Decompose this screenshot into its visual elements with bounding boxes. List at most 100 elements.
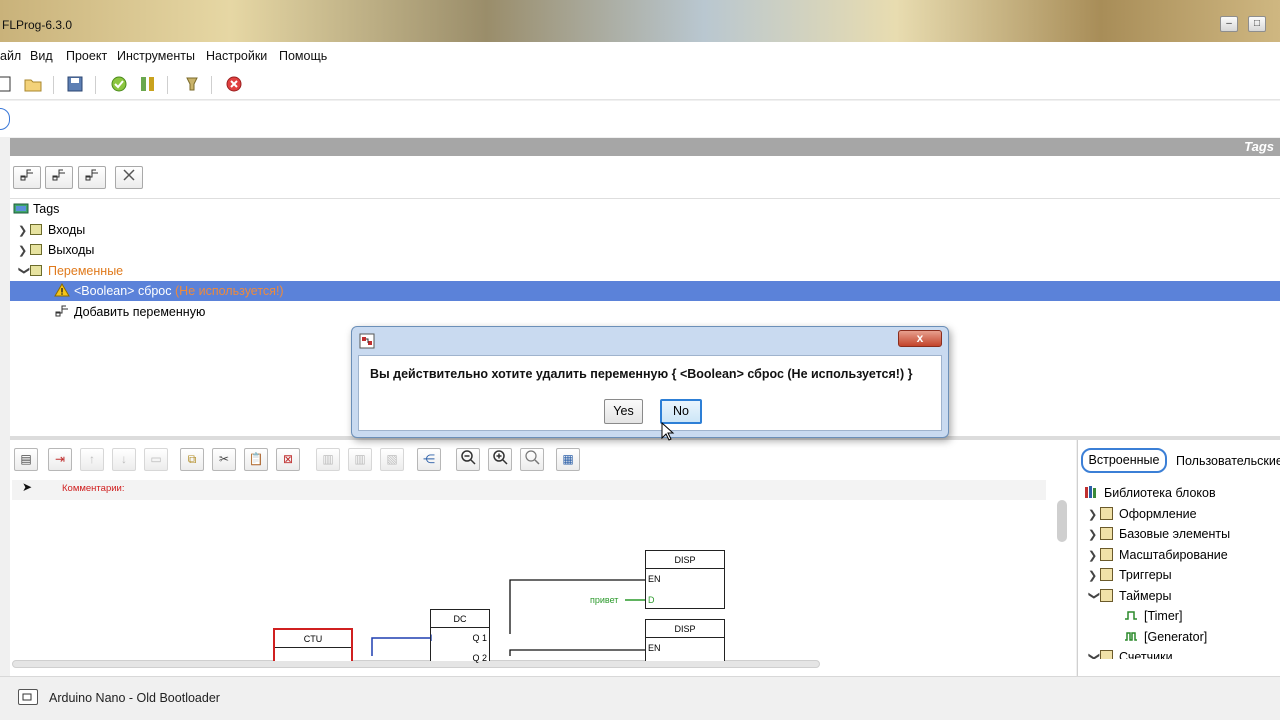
vertical-scrollbar[interactable] bbox=[1057, 500, 1067, 542]
upload-icon[interactable] bbox=[183, 75, 201, 93]
new-file-icon[interactable] bbox=[0, 75, 14, 93]
tags-header-title: Tags bbox=[1244, 139, 1274, 154]
chevron-right-icon[interactable]: ❯ bbox=[18, 221, 30, 241]
no-button[interactable]: No bbox=[660, 399, 702, 424]
library-item-design[interactable]: ❯ Оформление bbox=[1088, 504, 1197, 524]
title-bar: FLProg-6.3.0 – □ bbox=[0, 0, 1280, 42]
pin-i: I bbox=[430, 633, 433, 643]
tab-user[interactable]: Пользовательские bbox=[1176, 454, 1280, 468]
zoom-reset-button[interactable] bbox=[520, 448, 544, 471]
library-item-label: Базовые элементы bbox=[1119, 527, 1231, 541]
board-icon[interactable] bbox=[18, 689, 38, 705]
copy-button[interactable]: ⧉ bbox=[180, 448, 204, 471]
cut-button[interactable]: ✂ bbox=[212, 448, 236, 471]
library-item-basic[interactable]: ❯ Базовые элементы bbox=[1088, 524, 1230, 544]
tree-item-variables[interactable]: ❯ Переменные bbox=[18, 261, 123, 281]
align-left-button[interactable]: ▥ bbox=[316, 448, 340, 471]
library-item-label: Масштабирование bbox=[1119, 548, 1228, 562]
chevron-right-icon[interactable]: ❯ bbox=[1088, 546, 1100, 566]
variable-label: <Boolean> сброс bbox=[74, 284, 172, 298]
disp-block[interactable]: DISP EN D bbox=[645, 550, 725, 609]
library-item-timers[interactable]: ❯ Таймеры bbox=[1088, 586, 1172, 606]
maximize-button[interactable]: □ bbox=[1248, 16, 1266, 32]
tree-item-add-variable[interactable]: Добавить переменную bbox=[54, 302, 205, 322]
menu-help[interactable]: Помощь bbox=[279, 49, 327, 63]
chevron-right-icon[interactable]: ❯ bbox=[1088, 566, 1100, 586]
zoom-out-button[interactable] bbox=[456, 448, 480, 471]
delete-block-button[interactable]: ⊠ bbox=[276, 448, 300, 471]
library-item-generator[interactable]: [Generator] bbox=[1124, 627, 1207, 647]
library-root-label: Библиотека блоков bbox=[1104, 486, 1216, 500]
tree-root[interactable]: Tags bbox=[13, 199, 59, 219]
stop-icon[interactable] bbox=[225, 75, 243, 93]
menu-tools[interactable]: Инструменты bbox=[117, 49, 195, 63]
add-tag-button[interactable] bbox=[13, 166, 41, 189]
chevron-right-icon[interactable]: ❯ bbox=[1088, 505, 1100, 525]
comment-bar[interactable] bbox=[12, 480, 1046, 500]
add-tag-icon bbox=[52, 169, 65, 181]
editor-tool-1[interactable]: ▤ bbox=[14, 448, 38, 471]
menu-file[interactable]: айл bbox=[0, 49, 21, 63]
library-item-counters[interactable]: ❯ Счетчики bbox=[1088, 647, 1173, 659]
horizontal-scrollbar[interactable] bbox=[12, 660, 820, 668]
yes-button[interactable]: Yes bbox=[604, 399, 643, 424]
disp-block[interactable]: DISP EN bbox=[645, 619, 725, 661]
library-root[interactable]: Библиотека блоков bbox=[1084, 483, 1216, 503]
triggers-icon bbox=[1100, 568, 1113, 581]
inputs-icon bbox=[30, 224, 42, 235]
delete-tag-button[interactable] bbox=[115, 166, 143, 189]
tree-root-label: Tags bbox=[33, 202, 60, 216]
editor-tool-5[interactable]: ▭ bbox=[144, 448, 168, 471]
tags-header: Tags bbox=[10, 138, 1280, 156]
ctu-block[interactable]: CTU bbox=[273, 628, 353, 661]
chevron-down-icon[interactable]: ❯ bbox=[14, 266, 34, 278]
paste-button[interactable]: 📋 bbox=[244, 448, 268, 471]
comment-label: Комментарии: bbox=[62, 483, 125, 494]
add-output-tag-button[interactable] bbox=[78, 166, 106, 189]
warning-icon bbox=[54, 283, 70, 297]
properties-button[interactable]: ▦ bbox=[556, 448, 580, 471]
tree-item-inputs[interactable]: ❯ Входы bbox=[18, 220, 85, 240]
toolbar-separator bbox=[211, 76, 212, 94]
library-item-label: [Timer] bbox=[1144, 609, 1183, 623]
align-right-button[interactable]: ▥ bbox=[348, 448, 372, 471]
chevron-right-icon[interactable]: ❯ bbox=[1088, 525, 1100, 545]
toolbar-separator bbox=[95, 76, 96, 94]
scaling-icon bbox=[1100, 548, 1113, 561]
zoom-in-button[interactable] bbox=[488, 448, 512, 471]
check-icon[interactable] bbox=[110, 75, 128, 93]
library-item-timer[interactable]: [Timer] bbox=[1124, 606, 1182, 626]
minimize-button[interactable]: – bbox=[1220, 16, 1238, 32]
dc-block[interactable]: DC I Q 1 Q 2 bbox=[430, 609, 490, 663]
library-item-triggers[interactable]: ❯ Триггеры bbox=[1088, 565, 1172, 585]
menu-settings[interactable]: Настройки bbox=[206, 49, 267, 63]
chevron-down-icon[interactable]: ❯ bbox=[1084, 591, 1104, 603]
editor-tool-2[interactable]: ⇥ bbox=[48, 448, 72, 471]
compile-icon[interactable] bbox=[139, 75, 157, 93]
tree-item-outputs[interactable]: ❯ Выходы bbox=[18, 240, 94, 260]
dialog-message: Вы действительно хотите удалить переменн… bbox=[370, 367, 913, 381]
tree-item-label: Входы bbox=[48, 223, 86, 237]
close-icon bbox=[123, 169, 135, 181]
move-up-button[interactable]: ↑ bbox=[80, 448, 104, 471]
add-tag-icon bbox=[20, 169, 33, 181]
block-title: CTU bbox=[275, 630, 351, 648]
add-input-tag-button[interactable] bbox=[45, 166, 73, 189]
confirm-delete-dialog: x Вы действительно хотите удалить переме… bbox=[351, 326, 949, 438]
menu-view[interactable]: Вид bbox=[30, 49, 53, 63]
dialog-close-button[interactable]: x bbox=[898, 330, 942, 347]
generator-block-icon bbox=[1125, 632, 1137, 641]
menu-project[interactable]: Проект bbox=[66, 49, 107, 63]
tree-item-variable-reset[interactable]: <Boolean> сброс (Не используется!) bbox=[54, 281, 284, 301]
move-down-button[interactable]: ↓ bbox=[112, 448, 136, 471]
tree-layout-button[interactable]: ⋲ bbox=[417, 448, 441, 471]
pin-en: EN bbox=[648, 574, 661, 584]
library-item-scaling[interactable]: ❯ Масштабирование bbox=[1088, 545, 1228, 565]
save-icon[interactable] bbox=[66, 75, 84, 93]
open-folder-icon[interactable] bbox=[24, 75, 42, 93]
align-button[interactable]: ▧ bbox=[380, 448, 404, 471]
chevron-down-icon[interactable]: ❯ bbox=[1088, 652, 1104, 659]
chevron-right-icon[interactable]: ❯ bbox=[18, 241, 30, 261]
tab-builtin[interactable]: Встроенные bbox=[1081, 448, 1167, 473]
pin-en: EN bbox=[648, 643, 661, 653]
